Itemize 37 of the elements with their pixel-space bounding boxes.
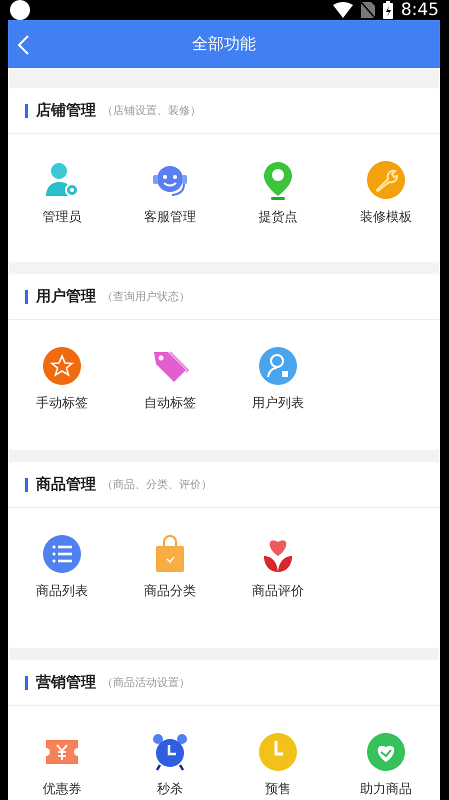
feature-item[interactable]: 提货点 [224,160,332,226]
section-title: 商品管理 [36,475,96,494]
status-time: 8:45 [400,0,439,20]
feature-item[interactable]: 用户列表 [224,346,332,412]
section-subtitle: （商品活动设置） [102,675,190,690]
section-subtitle: （查询用户状态） [102,289,190,304]
wifi-icon [332,2,353,18]
feature-item[interactable]: 优惠券 [8,732,116,798]
accent-bar [25,478,28,492]
feature-item[interactable]: 预售 [224,732,332,798]
page-title: 全部功能 [192,34,256,54]
user-icon [258,346,298,386]
feature-item[interactable]: 商品评价 [224,534,332,600]
heart-handshake-icon [366,732,406,772]
section-title: 营销管理 [36,673,96,692]
notification-dot-icon [10,0,30,20]
accent-bar [25,676,28,690]
feature-item[interactable]: 管理员 [8,160,116,226]
section-title: 用户管理 [36,287,96,306]
feature-item[interactable]: 客服管理 [116,160,224,226]
feature-item[interactable]: 装修模板 [332,160,440,226]
wrench-icon [366,160,406,200]
feature-item[interactable]: 助力商品 [332,732,440,798]
accent-bar [25,290,28,304]
feature-item[interactable]: 商品分类 [116,534,224,600]
list-icon [42,534,82,574]
feature-item[interactable]: 自动标签 [116,346,224,412]
feature-item[interactable]: 手动标签 [8,346,116,412]
chevron-left-icon [16,34,30,56]
feature-item[interactable]: 秒杀 [116,732,224,798]
section-subtitle: （店铺设置、装修） [102,103,201,118]
section-title: 店铺管理 [36,101,96,120]
feature-item[interactable]: 商品列表 [8,534,116,600]
clock-icon [258,732,298,772]
section-subtitle: （商品、分类、评价） [102,477,212,492]
accent-bar [25,104,28,118]
alarm-clock-icon [150,732,190,772]
